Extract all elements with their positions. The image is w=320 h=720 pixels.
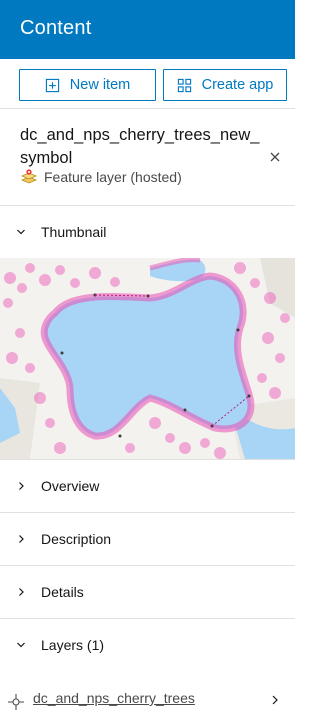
chevron-down-icon bbox=[17, 229, 25, 235]
layer-list-item[interactable]: dc_and_nps_cherry_trees bbox=[0, 678, 295, 718]
description-section: Description bbox=[0, 513, 295, 566]
overview-section: Overview bbox=[0, 460, 295, 513]
chevron-right-icon bbox=[19, 588, 24, 596]
overview-toggle[interactable]: Overview bbox=[0, 460, 295, 512]
description-toggle[interactable]: Description bbox=[0, 513, 295, 565]
point-layer-icon bbox=[8, 694, 24, 710]
details-toggle[interactable]: Details bbox=[0, 566, 295, 618]
new-item-button[interactable]: New item bbox=[19, 69, 156, 101]
chevron-right-icon bbox=[19, 482, 24, 490]
action-bar: New item Create app bbox=[0, 59, 295, 109]
layer-name-link[interactable]: dc_and_nps_cherry_trees bbox=[33, 690, 195, 706]
chevron-right-icon bbox=[19, 535, 24, 543]
thumbnail-toggle[interactable]: Thumbnail bbox=[0, 206, 295, 258]
details-label: Details bbox=[41, 584, 84, 600]
layers-label: Layers (1) bbox=[41, 637, 105, 653]
thumbnail-label: Thumbnail bbox=[41, 224, 107, 240]
new-item-label: New item bbox=[69, 77, 131, 93]
item-title: dc_and_nps_cherry_trees_new_symbol bbox=[20, 126, 260, 167]
close-icon[interactable] bbox=[268, 150, 282, 164]
chevron-down-icon bbox=[17, 642, 25, 648]
apps-grid-icon bbox=[177, 78, 191, 92]
item-summary: dc_and_nps_cherry_trees_new_symbol Featu… bbox=[0, 109, 295, 206]
feature-layer-icon bbox=[20, 169, 38, 184]
details-section: Details bbox=[0, 566, 295, 619]
layers-toggle[interactable]: Layers (1) bbox=[0, 619, 295, 671]
thumbnail-map-image[interactable] bbox=[0, 258, 295, 459]
content-header: Content bbox=[0, 0, 295, 59]
panel-title: Content bbox=[20, 17, 92, 39]
create-app-button[interactable]: Create app bbox=[163, 69, 287, 101]
item-type: Feature layer (hosted) bbox=[20, 168, 182, 186]
thumbnail-section: Thumbnail bbox=[0, 206, 295, 460]
description-label: Description bbox=[41, 531, 112, 547]
plus-square-icon bbox=[45, 78, 59, 92]
overview-label: Overview bbox=[41, 478, 100, 494]
chevron-right-icon[interactable] bbox=[270, 694, 280, 706]
item-type-label: Feature layer (hosted) bbox=[44, 169, 182, 185]
create-app-label: Create app bbox=[201, 77, 274, 93]
